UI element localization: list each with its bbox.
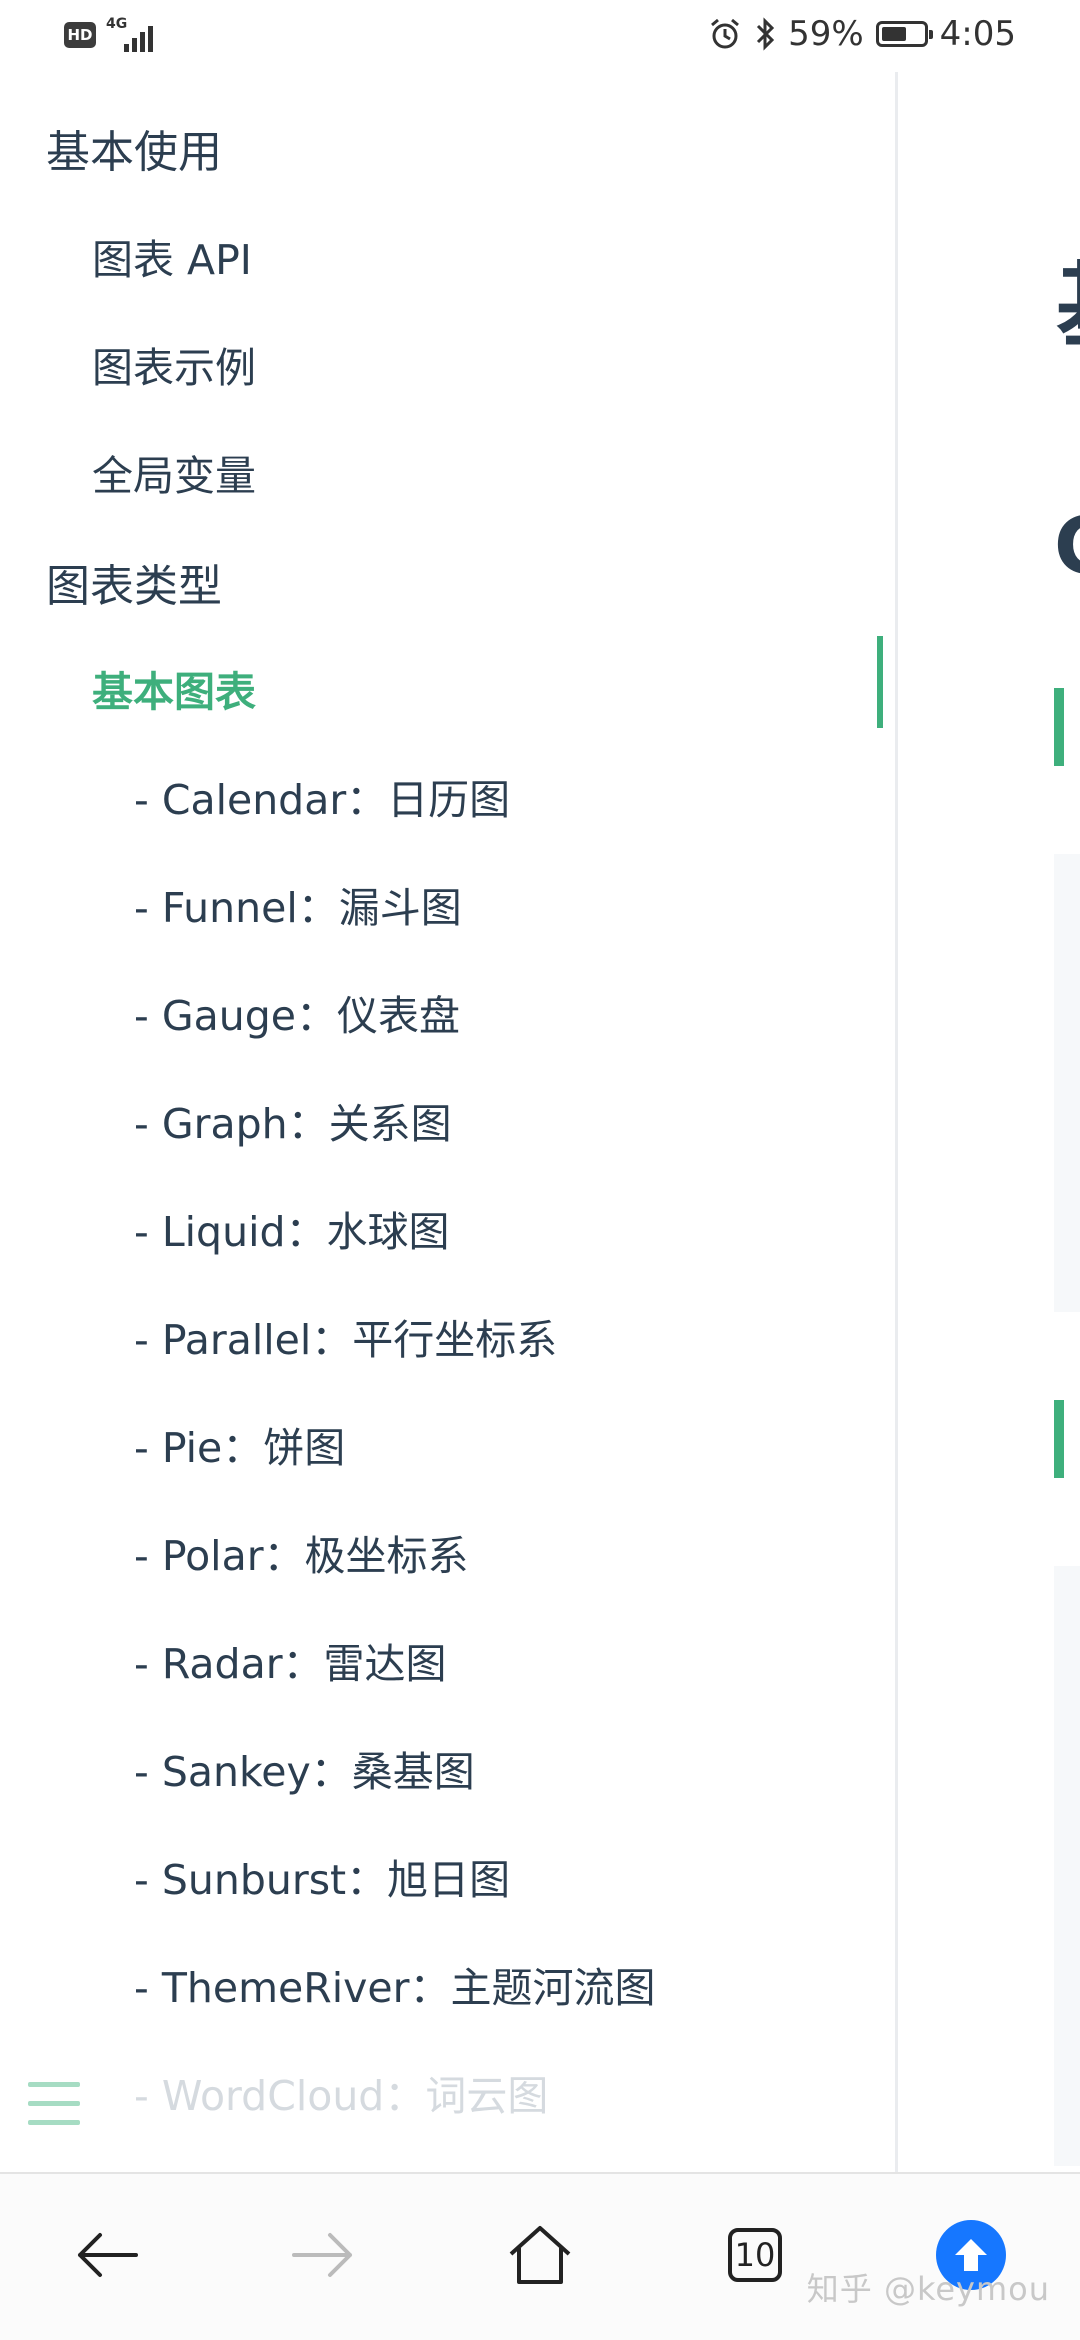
battery-level-fill <box>881 27 906 41</box>
alarm-icon <box>711 18 740 49</box>
sidebar-subitem-liquid[interactable]: - Liquid：水球图 <box>134 1198 450 1258</box>
tip-block-border-2 <box>1054 1400 1064 1478</box>
arrow-right-icon <box>292 2233 352 2277</box>
home-icon <box>509 2226 571 2284</box>
sidebar-item-global-vars[interactable]: 全局变量 <box>92 442 256 502</box>
home-button[interactable] <box>495 2210 585 2300</box>
arrow-left-icon <box>78 2233 138 2277</box>
code-block-partial-2 <box>1054 1566 1080 2166</box>
sidebar-subitem-pie[interactable]: - Pie：饼图 <box>134 1414 345 1474</box>
cellular-signal-icon: 4G <box>106 16 158 52</box>
sidebar-subitem-wordcloud[interactable]: - WordCloud：词云图 <box>134 2062 548 2122</box>
sidebar-subitem-radar[interactable]: - Radar：雷达图 <box>134 1630 447 1690</box>
clock: 4:05 <box>939 14 1016 54</box>
tip-block-border <box>1054 688 1064 766</box>
tabs-count-icon: 10 <box>728 2228 782 2282</box>
tabs-button[interactable]: 10 <box>710 2210 800 2300</box>
sidebar-group-basic-usage[interactable]: 基本使用 <box>46 116 222 180</box>
battery-percent: 59% <box>788 14 864 54</box>
sidebar-subitem-parallel[interactable]: - Parallel：平行坐标系 <box>134 1306 557 1366</box>
forward-button[interactable] <box>278 2210 368 2300</box>
section-heading-partial: C <box>1054 502 1080 592</box>
main-content-peek: 基 C <box>898 72 1080 2172</box>
sidebar-group-chart-types[interactable]: 图表类型 <box>46 550 222 614</box>
status-left: HD 4G <box>64 16 158 52</box>
browser-toolbar: 10 <box>0 2172 1080 2340</box>
menu-icon[interactable] <box>28 2082 80 2126</box>
sidebar-item-chart-api[interactable]: 图表 API <box>92 226 252 286</box>
code-block-partial <box>1054 854 1080 1312</box>
sidebar-subitem-polar[interactable]: - Polar：极坐标系 <box>134 1522 469 1582</box>
bluetooth-icon <box>757 17 775 51</box>
watermark: 知乎 @keymou <box>806 2270 1050 2308</box>
back-button[interactable] <box>62 2210 152 2300</box>
sidebar-subitem-sankey[interactable]: - Sankey：桑基图 <box>134 1738 475 1798</box>
page-title-partial: 基 <box>1056 232 1080 365</box>
status-bar: HD 4G 59% 4:05 <box>0 0 1080 72</box>
sidebar-item-basic-charts[interactable]: 基本图表 <box>92 658 256 718</box>
sidebar-subitem-themeriver[interactable]: - ThemeRiver：主题河流图 <box>134 1954 655 2014</box>
sidebar-item-chart-examples[interactable]: 图表示例 <box>92 334 256 394</box>
battery-icon <box>875 21 933 47</box>
sidebar-subitem-funnel[interactable]: - Funnel：漏斗图 <box>134 874 462 934</box>
sidebar-subitem-graph[interactable]: - Graph：关系图 <box>134 1090 452 1150</box>
sidebar-subitem-sunburst[interactable]: - Sunburst：旭日图 <box>134 1846 510 1906</box>
sidebar-subitem-gauge[interactable]: - Gauge：仪表盘 <box>134 982 460 1042</box>
sidebar-nav: 基本使用 图表 API 图表示例 全局变量 图表类型 基本图表 - Calend… <box>0 72 898 2172</box>
sidebar-subitem-calendar[interactable]: - Calendar：日历图 <box>134 766 510 826</box>
status-right: 59% 4:05 <box>708 14 1016 54</box>
hd-badge: HD <box>64 22 96 48</box>
active-indicator <box>877 636 883 728</box>
